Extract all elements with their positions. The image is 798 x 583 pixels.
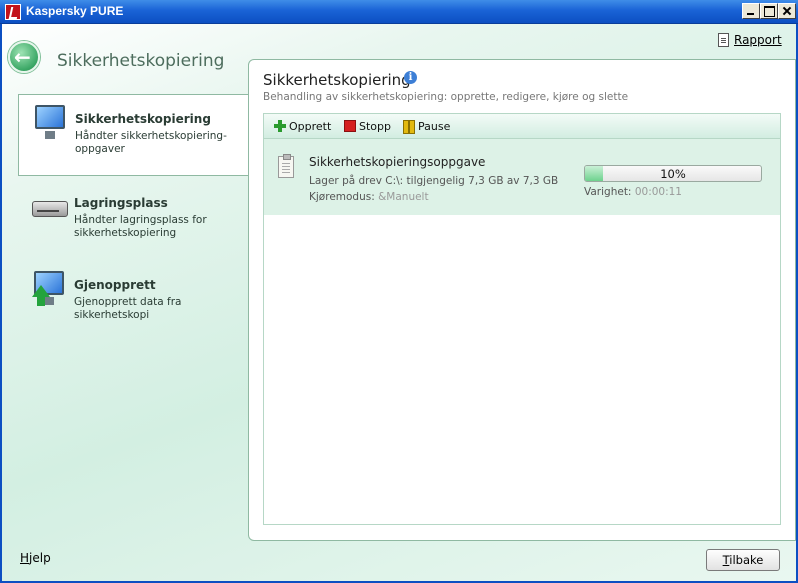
kaspersky-logo-icon	[5, 4, 21, 20]
task-mode: Kjøremodus: &Manuelt	[309, 191, 429, 203]
back-button[interactable]: Tilbake	[706, 549, 780, 571]
stop-icon	[344, 120, 356, 132]
clipboard-icon	[278, 154, 294, 178]
pause-label: Pause	[418, 120, 451, 133]
document-icon	[718, 33, 729, 47]
back-arrow-icon: ←	[14, 45, 31, 69]
pause-icon	[403, 120, 415, 134]
sidebar-item-subtitle: Håndter sikkerhetskopiering-oppgaver	[75, 130, 227, 155]
backup-monitor-icon	[31, 103, 69, 143]
pause-button[interactable]: Pause	[403, 120, 451, 134]
task-list: Sikkerhetskopieringsoppgave Lager på dre…	[263, 139, 781, 525]
main-window: ← Sikkerhetskopiering Rapport Sikkerhets…	[0, 24, 798, 583]
toolbar: Opprett Stopp Pause	[263, 113, 781, 139]
progress-text: 10%	[660, 167, 686, 181]
main-panel: Sikkerhetskopiering i Behandling av sikk…	[248, 59, 796, 541]
create-button[interactable]: Opprett	[274, 120, 331, 133]
task-row[interactable]: Sikkerhetskopieringsoppgave Lager på dre…	[264, 139, 780, 215]
minimize-button[interactable]	[742, 3, 760, 19]
sidebar-item-restore[interactable]: Gjenopprett Gjenopprett data fra sikkerh…	[18, 261, 249, 341]
sidebar-item-subtitle: Håndter lagringsplass for sikkerhetskopi…	[74, 214, 207, 239]
plus-icon	[274, 120, 286, 132]
info-icon[interactable]: i	[404, 71, 417, 84]
report-link[interactable]: Rapport	[718, 33, 782, 47]
report-label: Rapport	[734, 33, 782, 47]
help-link[interactable]: Hjelp	[20, 551, 51, 565]
stop-label: Stopp	[359, 120, 391, 133]
sidebar-item-title: Sikkerhetskopiering	[75, 112, 211, 126]
page-description: Behandling av sikkerhetskopiering: oppre…	[263, 91, 629, 103]
sidebar-item-subtitle: Gjenopprett data fra sikkerhetskopi	[74, 296, 182, 321]
storage-drive-icon	[30, 187, 68, 227]
title-bar: Kaspersky PURE	[0, 0, 798, 24]
restore-monitor-icon	[30, 269, 68, 309]
sidebar-item-title: Lagringsplass	[74, 196, 168, 210]
task-storage: Lager på drev C:\: tilgjengelig 7,3 GB a…	[309, 175, 559, 187]
task-mode-value: &Manuelt	[378, 191, 429, 203]
help-label: Hjelp	[20, 551, 51, 565]
duration-label: Varighet:	[584, 186, 632, 198]
close-button[interactable]	[778, 3, 796, 19]
task-name: Sikkerhetskopieringsoppgave	[309, 155, 486, 169]
sidebar-item-backup[interactable]: Sikkerhetskopiering Håndter sikkerhetsko…	[18, 94, 249, 176]
task-mode-label: Kjøremodus:	[309, 191, 375, 203]
maximize-button[interactable]	[760, 3, 778, 19]
back-label: Tilbake	[722, 553, 764, 567]
page-title: Sikkerhetskopiering	[263, 71, 411, 89]
sidebar-item-storage[interactable]: Lagringsplass Håndter lagringsplass for …	[18, 179, 249, 259]
section-title: Sikkerhetskopiering	[57, 51, 225, 71]
sidebar-item-title: Gjenopprett	[74, 278, 156, 292]
duration-value: 00:00:11	[634, 186, 682, 198]
create-label: Opprett	[289, 120, 332, 133]
back-arrow-button[interactable]: ←	[8, 41, 40, 73]
window-title: Kaspersky PURE	[26, 4, 124, 18]
stop-button[interactable]: Stopp	[344, 120, 391, 133]
task-duration: Varighet: 00:00:11	[584, 186, 682, 198]
progress-bar: 10%	[584, 165, 762, 182]
